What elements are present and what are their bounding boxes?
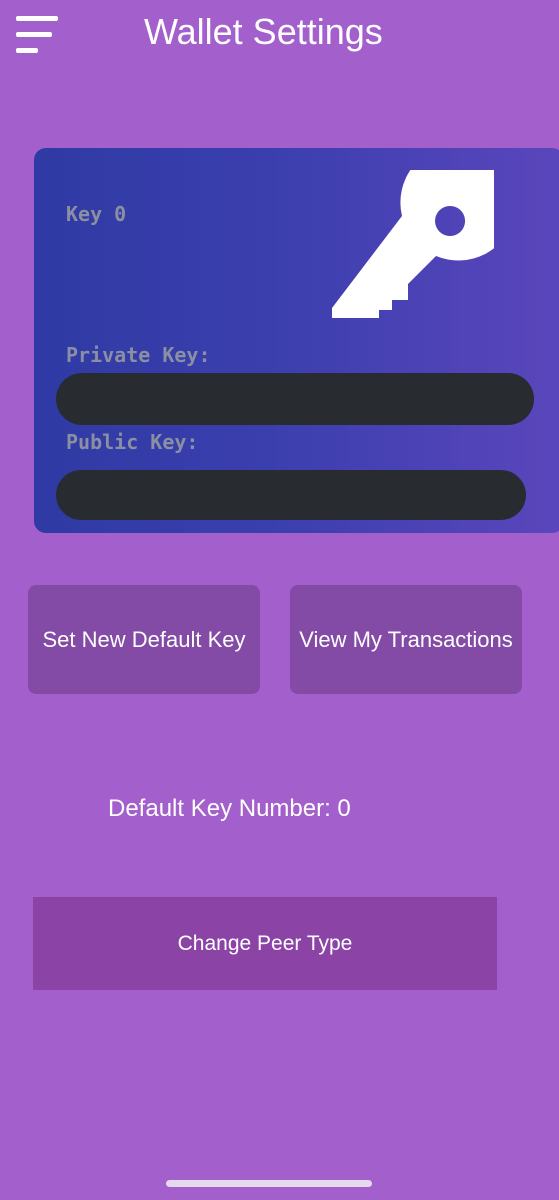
menu-bar (16, 32, 52, 37)
hamburger-menu-icon[interactable] (16, 16, 58, 56)
menu-bar (16, 16, 58, 21)
menu-bar (16, 48, 38, 53)
set-default-key-button[interactable]: Set New Default Key (28, 585, 260, 694)
change-peer-type-button[interactable]: Change Peer Type (33, 897, 497, 990)
key-icon (332, 170, 494, 318)
key-name: Key 0 (66, 202, 127, 226)
default-key-number: Default Key Number: 0 (108, 795, 351, 822)
view-transactions-button[interactable]: View My Transactions (290, 585, 522, 694)
private-key-value (56, 373, 534, 425)
home-indicator[interactable] (166, 1180, 372, 1187)
page-title: Wallet Settings (144, 11, 383, 52)
private-key-label: Private Key: (66, 343, 211, 367)
key-card: Key 0 Private Key: Public Key: (34, 148, 559, 533)
public-key-label: Public Key: (66, 430, 199, 454)
public-key-value (56, 470, 526, 520)
